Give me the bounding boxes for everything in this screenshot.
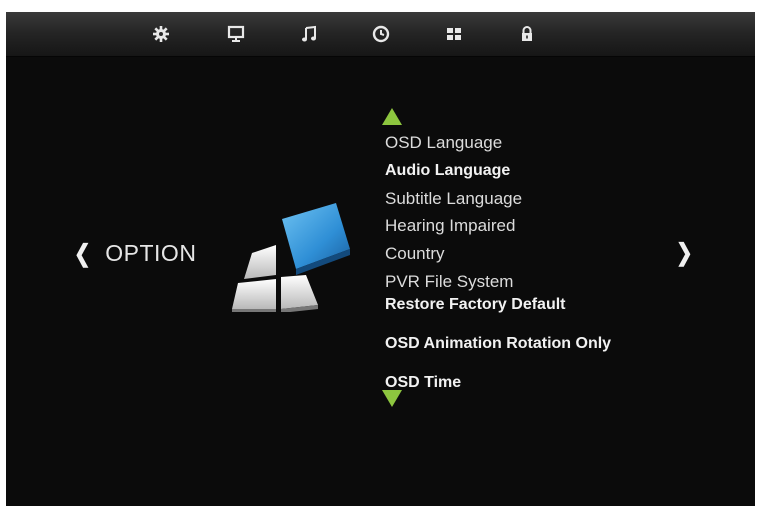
option-tiles-icon bbox=[226, 197, 356, 313]
clock-icon[interactable] bbox=[371, 24, 391, 44]
monitor-icon[interactable] bbox=[226, 24, 246, 44]
page-title-label: OPTION bbox=[105, 240, 197, 266]
tv-menu-screen: ❮ OPTION OSD Language Audio Language Sub… bbox=[6, 12, 755, 506]
scroll-down-arrow-icon[interactable] bbox=[382, 390, 402, 407]
menu-item-country[interactable]: Country bbox=[385, 244, 445, 264]
lock-icon[interactable] bbox=[517, 24, 537, 44]
menu-item-subtitle-language[interactable]: Subtitle Language bbox=[385, 189, 522, 209]
settings-gear-icon[interactable] bbox=[151, 24, 171, 44]
next-page-icon[interactable]: ❯ bbox=[676, 238, 693, 268]
menu-item-hearing-impaired[interactable]: Hearing Impaired bbox=[385, 216, 515, 236]
grid-icon[interactable] bbox=[444, 24, 464, 44]
menu-item-restore-factory-default[interactable]: Restore Factory Default bbox=[385, 296, 566, 314]
previous-page-icon[interactable]: ❮ bbox=[74, 239, 91, 269]
menu-item-osd-language[interactable]: OSD Language bbox=[385, 133, 502, 153]
menu-item-osd-animation-rotation[interactable]: OSD Animation Rotation Only bbox=[385, 335, 611, 353]
page-title[interactable]: ❮ OPTION bbox=[74, 240, 196, 267]
scroll-up-arrow-icon[interactable] bbox=[382, 108, 402, 125]
music-note-icon[interactable] bbox=[299, 24, 319, 44]
menu-item-pvr-file-system[interactable]: PVR File System bbox=[385, 272, 513, 292]
top-navigation-bar bbox=[6, 12, 755, 57]
menu-item-audio-language[interactable]: Audio Language bbox=[385, 162, 510, 180]
